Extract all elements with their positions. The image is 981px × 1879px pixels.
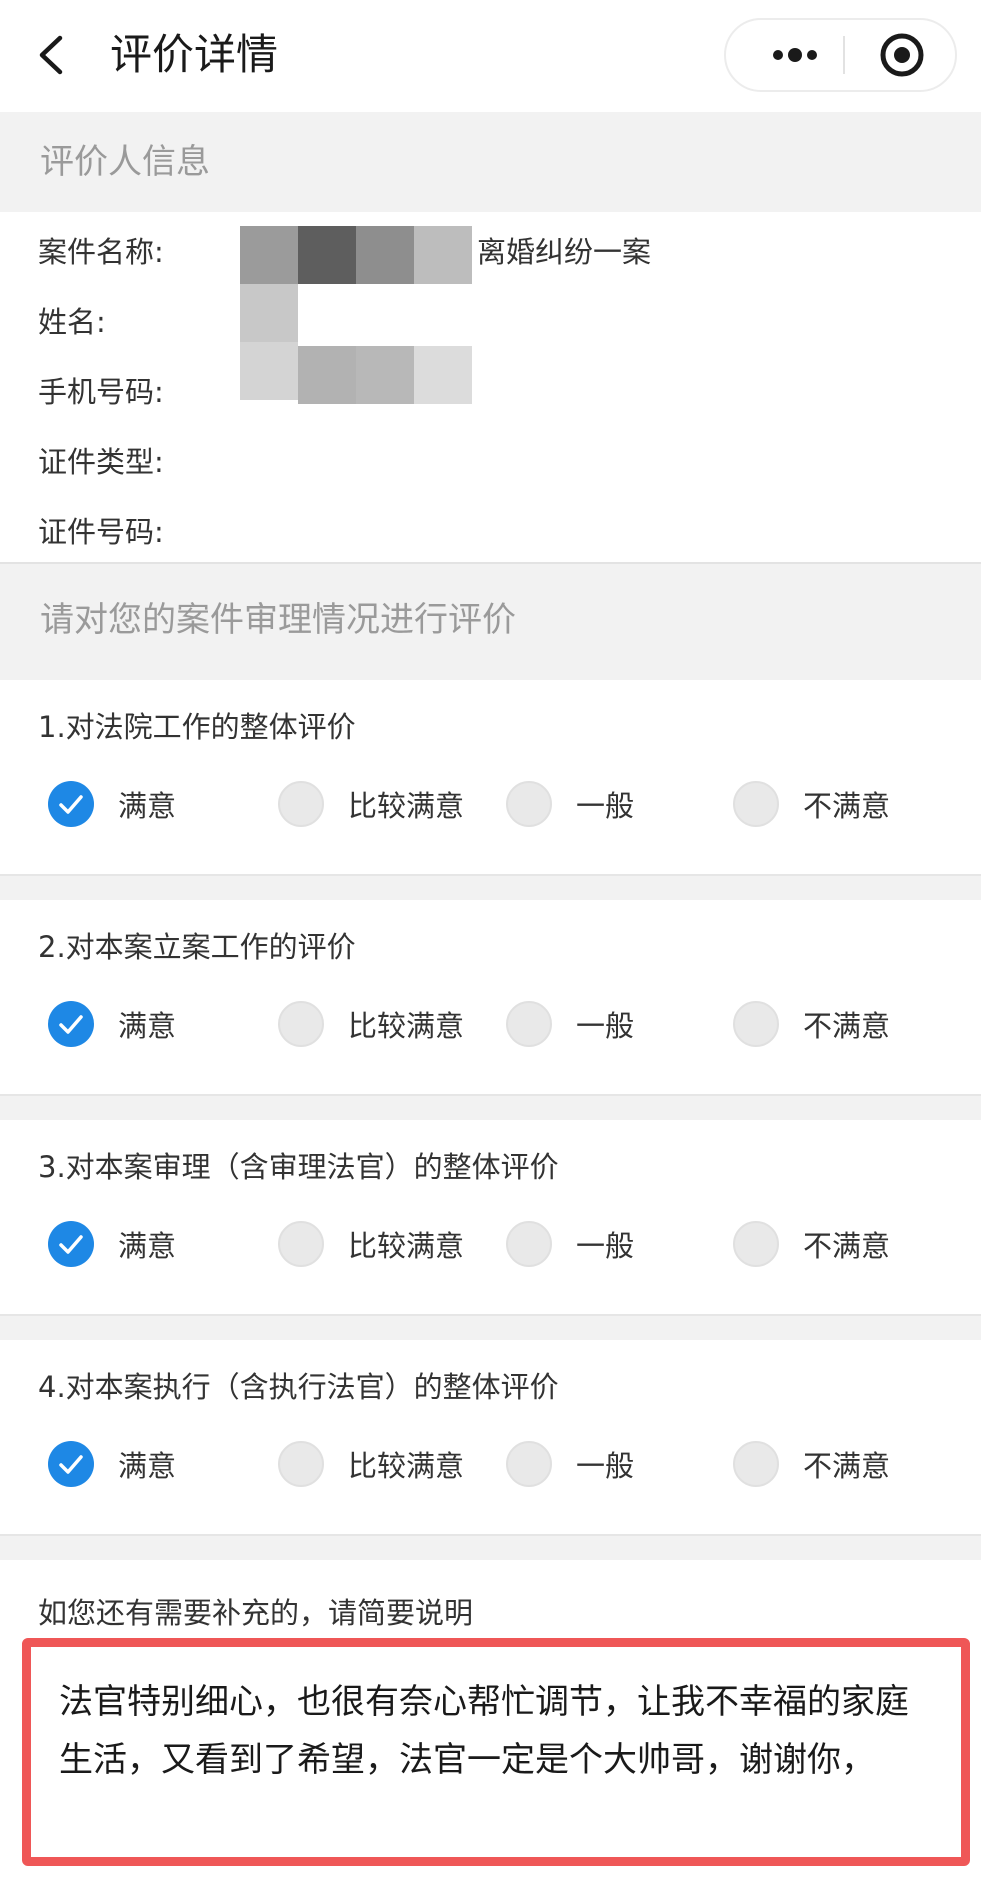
nav-bar: 评价详情: [0, 0, 981, 112]
chevron-left-icon[interactable]: [30, 24, 80, 86]
supplement-textarea[interactable]: 法官特别细心，也很有奈心帮忙调节，让我不幸福的家庭生活，又看到了希望，法官一定是…: [22, 1638, 970, 1866]
option-label: 不满意: [803, 1229, 891, 1263]
radio-unchecked-icon: [506, 781, 552, 827]
question-card-3: 3.对本案审理（含审理法官）的整体评价 满意 比较满意 一般 不满意: [0, 1120, 981, 1316]
question-title: 4.对本案执行（含执行法官）的整体评价: [38, 1370, 559, 1404]
option-label: 满意: [118, 1449, 177, 1483]
option-label: 满意: [118, 1009, 177, 1043]
radio-unchecked-icon: [506, 1001, 552, 1047]
option-label: 一般: [576, 1449, 635, 1483]
case-name-value: 离婚纠纷一案: [477, 235, 652, 269]
target-circle-icon[interactable]: [860, 20, 946, 90]
evaluator-section-title: 评价人信息: [40, 142, 210, 182]
option-label: 比较满意: [348, 1449, 465, 1483]
question-card-2: 2.对本案立案工作的评价 满意 比较满意 一般 不满意: [0, 900, 981, 1096]
option-label: 比较满意: [348, 1229, 465, 1263]
evaluator-section-header: 评价人信息: [0, 112, 981, 212]
card-gap: [0, 1096, 981, 1120]
radio-checked-icon: [48, 1001, 94, 1047]
question-title: 2.对本案立案工作的评价: [38, 930, 356, 964]
question-title: 1.对法院工作的整体评价: [38, 710, 356, 744]
option-label: 不满意: [803, 789, 891, 823]
radio-unchecked-icon: [278, 1441, 324, 1487]
field-label-id-number: 证件号码:: [38, 515, 164, 549]
radio-unchecked-icon: [733, 1001, 779, 1047]
supplement-text: 法官特别细心，也很有奈心帮忙调节，让我不幸福的家庭生活，又看到了希望，法官一定是…: [59, 1682, 909, 1780]
radio-unchecked-icon: [278, 781, 324, 827]
radio-unchecked-icon: [733, 1221, 779, 1267]
evaluation-section-title: 请对您的案件审理情况进行评价: [40, 600, 516, 640]
field-label-name: 姓名:: [38, 305, 106, 339]
option-label: 比较满意: [348, 789, 465, 823]
option-label: 一般: [576, 789, 635, 823]
radio-unchecked-icon: [506, 1221, 552, 1267]
option-label: 一般: [576, 1009, 635, 1043]
radio-unchecked-icon: [733, 781, 779, 827]
card-gap: [0, 876, 981, 900]
question-title: 3.对本案审理（含审理法官）的整体评价: [38, 1150, 559, 1184]
radio-checked-icon: [48, 781, 94, 827]
option-label: 不满意: [803, 1009, 891, 1043]
field-label-case-name: 案件名称:: [38, 235, 164, 269]
radio-unchecked-icon: [278, 1001, 324, 1047]
radio-unchecked-icon: [506, 1441, 552, 1487]
mini-program-capsule: [724, 18, 957, 92]
option-label: 比较满意: [348, 1009, 465, 1043]
radio-checked-icon: [48, 1441, 94, 1487]
option-label: 满意: [118, 789, 177, 823]
option-label: 不满意: [803, 1449, 891, 1483]
question-card-4: 4.对本案执行（含执行法官）的整体评价 满意 比较满意 一般 不满意: [0, 1340, 981, 1536]
page-title: 评价详情: [110, 30, 279, 79]
card-gap: [0, 1316, 981, 1340]
supplement-label: 如您还有需要补充的，请简要说明: [38, 1596, 474, 1630]
question-card-1: 1.对法院工作的整体评价 满意 比较满意 一般 不满意: [0, 680, 981, 876]
field-label-phone: 手机号码:: [38, 375, 164, 409]
radio-unchecked-icon: [733, 1441, 779, 1487]
card-gap: [0, 1536, 981, 1560]
option-label: 一般: [576, 1229, 635, 1263]
radio-checked-icon: [48, 1221, 94, 1267]
more-dots-icon[interactable]: [750, 20, 840, 90]
field-label-id-type: 证件类型:: [38, 445, 164, 479]
capsule-divider: [843, 36, 845, 74]
radio-unchecked-icon: [278, 1221, 324, 1267]
evaluation-section-header: 请对您的案件审理情况进行评价: [0, 562, 981, 680]
option-label: 满意: [118, 1229, 177, 1263]
